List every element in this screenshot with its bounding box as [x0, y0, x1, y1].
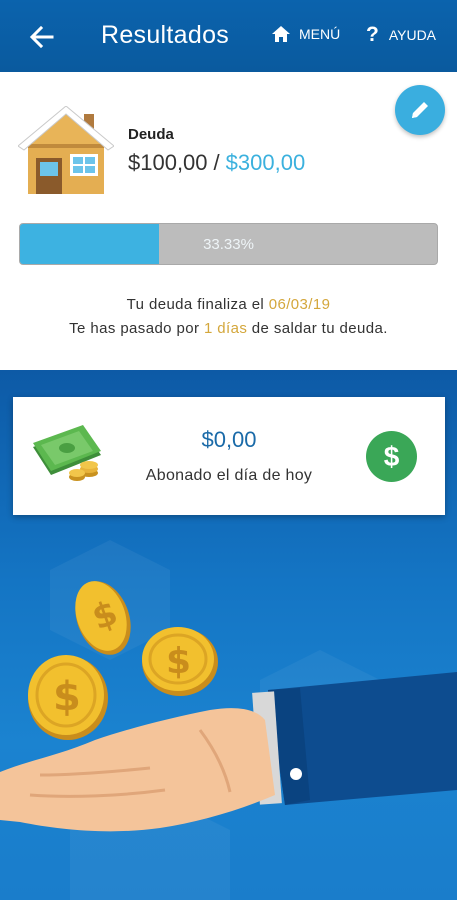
add-payment-button[interactable]: $	[366, 431, 417, 482]
debt-info: Tu deuda finaliza el 06/03/19 Te has pas…	[0, 293, 457, 341]
days-over: 1 días	[203, 320, 248, 337]
bottom-panel: $0,00 Abonado el día de hoy $ $ $ $	[0, 370, 457, 900]
pencil-icon	[412, 102, 428, 118]
coin-icon: $	[142, 627, 218, 696]
today-payment-card: $0,00 Abonado el día de hoy $	[13, 397, 445, 515]
end-date-prefix: Tu deuda finaliza el	[126, 296, 269, 313]
coin-icon: $	[75, 581, 131, 655]
end-date-line: Tu deuda finaliza el 06/03/19	[0, 293, 457, 317]
debt-values: $100,00/$300,00	[128, 150, 305, 176]
overdue-line: Te has pasado por 1 días de saldar tu de…	[0, 317, 457, 341]
question-icon: ?	[366, 23, 379, 46]
menu-button[interactable]: MENÚ	[271, 25, 340, 43]
home-icon	[272, 26, 290, 42]
coin-icon: $	[28, 655, 108, 740]
debt-label: Deuda	[128, 126, 174, 143]
debt-summary: Deuda $100,00/$300,00 33.33% Tu deuda fi…	[0, 72, 457, 370]
end-date: 06/03/19	[268, 296, 331, 313]
dollar-icon: $	[383, 440, 400, 472]
svg-text:$: $	[166, 641, 191, 682]
debt-separator: /	[213, 150, 220, 175]
svg-text:$: $	[53, 674, 81, 720]
overdue-prefix: Te has pasado por	[69, 320, 204, 337]
progress-percent: 33.33%	[203, 235, 254, 253]
overdue-suffix: de saldar tu deuda.	[247, 320, 388, 337]
debt-total: $300,00	[225, 150, 306, 175]
help-label: AYUDA	[388, 27, 437, 43]
hand-coins-illustration: $ $ $	[0, 581, 457, 832]
page-title: Resultados	[101, 21, 230, 49]
debt-paid: $100,00	[128, 150, 208, 175]
arrow-left-icon[interactable]	[26, 22, 56, 52]
debt-progress-bar: 33.33%	[19, 223, 438, 265]
app-bar: Resultados MENÚ ? AYUDA	[0, 0, 457, 72]
edit-button[interactable]	[395, 85, 445, 135]
menu-label: MENÚ	[299, 26, 341, 42]
help-button[interactable]: ? AYUDA	[366, 23, 437, 46]
house-icon	[18, 106, 114, 194]
